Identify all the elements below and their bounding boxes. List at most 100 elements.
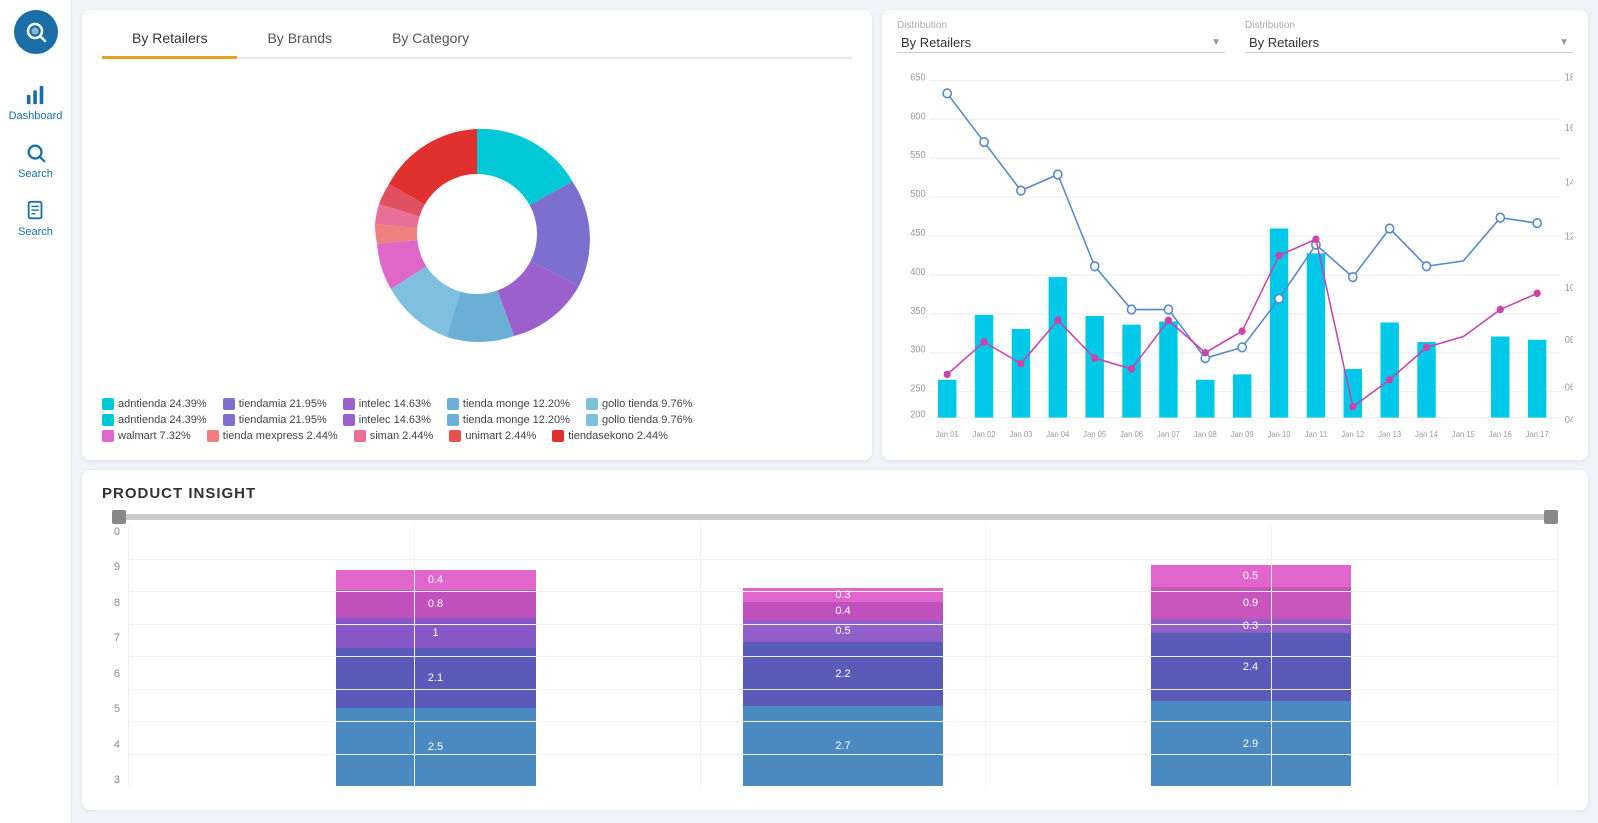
- dot-jan16-line1: [1496, 213, 1504, 222]
- donut-chart: [357, 114, 597, 354]
- tab-by-brands[interactable]: By Brands: [237, 20, 362, 59]
- dot-jan12-line1: [1349, 273, 1357, 282]
- legend-label-tiendasekono: tiendasekono 2.44%: [568, 430, 668, 442]
- distribution-header: Distribution By Retailers ▼ Distribution…: [897, 20, 1573, 53]
- legend-color-gollotienda-1: [586, 398, 598, 410]
- dot-jan16-line2: [1497, 306, 1504, 314]
- dot-jan06-line2: [1128, 365, 1135, 373]
- svg-text:Jan 02: Jan 02: [973, 430, 996, 439]
- svg-text:Jan 01: Jan 01: [936, 430, 959, 439]
- legend-gollotienda-2: gollo tienda 9.76%: [586, 414, 693, 426]
- svg-text:Jan 10: Jan 10: [1268, 430, 1292, 439]
- y-label-9: 9: [112, 561, 120, 573]
- bar-jan05: [1085, 316, 1103, 418]
- dot-jan09-line2: [1239, 327, 1246, 335]
- svg-text:14:00: 14:00: [1565, 177, 1573, 188]
- dot-jan05-line2: [1091, 354, 1098, 362]
- dot-jan02-line2: [980, 338, 987, 346]
- grid-line-3: [700, 526, 701, 786]
- bar2-seg4: 2.2: [743, 642, 943, 706]
- legend-color-tiendamonge-2: [447, 414, 459, 426]
- legend-color-siman: [354, 430, 366, 442]
- svg-text:450: 450: [910, 228, 925, 239]
- svg-text:06:00: 06:00: [1565, 382, 1573, 393]
- svg-text:250: 250: [910, 383, 925, 394]
- y-label-8: 8: [112, 597, 120, 609]
- svg-text:400: 400: [910, 267, 925, 278]
- dist-select-1: Distribution By Retailers ▼: [897, 20, 1225, 53]
- legend-row-3: walmart 7.32% tienda mexpress 2.44% sima…: [102, 430, 852, 442]
- tab-by-retailers[interactable]: By Retailers: [102, 20, 237, 59]
- stacked-bars-container: 0.4 0.8 1 2.1 2.5 0.3 0.4 0.5 2.2 2.7: [128, 526, 1558, 786]
- dist2-select[interactable]: By Retailers ▼: [1245, 33, 1573, 53]
- legend-color-gollotienda-2: [586, 414, 598, 426]
- search-icon: [25, 142, 47, 164]
- legend-color-adntienda-1: [102, 398, 114, 410]
- svg-text:600: 600: [910, 111, 925, 122]
- dot-jan11-line2: [1312, 236, 1319, 244]
- donut-hole: [417, 174, 537, 294]
- bar-jan09: [1233, 374, 1251, 417]
- dist1-label: Distribution: [897, 20, 1225, 31]
- dist2-label: Distribution: [1245, 20, 1573, 31]
- range-slider-fill: [112, 514, 1558, 520]
- grid-line-1: [128, 526, 129, 786]
- sidebar-item-dashboard[interactable]: Dashboard: [0, 74, 71, 132]
- sidebar-item-search1[interactable]: Search: [0, 132, 71, 190]
- dot-jan08-line2: [1202, 349, 1209, 357]
- legend-label-unimart: unimart 2.44%: [465, 430, 536, 442]
- sidebar-item-search2[interactable]: Search: [0, 190, 71, 248]
- legend-color-tiendasekono: [552, 430, 564, 442]
- line-chart-1: [947, 93, 1537, 358]
- bar-jan03: [1012, 329, 1030, 418]
- legend-tiendamexpress: tienda mexpress 2.44%: [207, 430, 338, 442]
- legend-unimart: unimart 2.44%: [449, 430, 536, 442]
- dist1-value: By Retailers: [901, 35, 971, 50]
- dist1-select[interactable]: By Retailers ▼: [897, 33, 1225, 53]
- dot-jan07-line2: [1165, 317, 1172, 325]
- svg-text:Jan 12: Jan 12: [1341, 430, 1364, 439]
- dot-jan10-line1: [1275, 294, 1283, 303]
- svg-text:16:00: 16:00: [1565, 123, 1573, 134]
- bar-jan07: [1159, 321, 1177, 417]
- bar-group-3: 0.5 0.9 0.3 2.4 2.9: [1151, 526, 1351, 786]
- bar1-seg2: 0.8: [336, 590, 536, 618]
- bar2-seg1: 0.3: [743, 588, 943, 602]
- bar1-seg5: 2.5: [336, 708, 536, 786]
- legend-label-tiendamonge-2: tienda monge 12.20%: [463, 414, 570, 426]
- legend-label-intelec-2: intelec 14.63%: [359, 414, 431, 426]
- dot-jan03-line2: [1017, 360, 1024, 368]
- dot-jan10-line2: [1275, 252, 1282, 260]
- legend-color-adntienda-2: [102, 414, 114, 426]
- dot-jan09-line1: [1238, 343, 1246, 352]
- svg-text:Jan 05: Jan 05: [1083, 430, 1107, 439]
- legend-tiendamonge-1: tienda monge 12.20%: [447, 398, 570, 410]
- dot-jan01-line2: [944, 371, 951, 379]
- logo-icon: [24, 20, 48, 44]
- svg-text:12:00: 12:00: [1565, 231, 1573, 242]
- bar1-seg3: 1: [336, 618, 536, 648]
- dot-jan13-line1: [1386, 224, 1394, 233]
- svg-text:Jan 06: Jan 06: [1120, 430, 1144, 439]
- slider-handle-left[interactable]: [112, 510, 126, 524]
- dist-select-2: Distribution By Retailers ▼: [1245, 20, 1573, 53]
- sidebar: Dashboard Search Search: [0, 0, 72, 823]
- legend-intelec-1: intelec 14.63%: [343, 398, 431, 410]
- svg-text:18:00: 18:00: [1565, 72, 1573, 83]
- svg-text:10:00: 10:00: [1565, 283, 1573, 294]
- document-icon: [25, 200, 47, 222]
- range-slider[interactable]: [112, 514, 1558, 520]
- dist2-value: By Retailers: [1249, 35, 1319, 50]
- slider-handle-right[interactable]: [1544, 510, 1558, 524]
- svg-text:550: 550: [910, 150, 925, 161]
- bar3-seg3: 0.3: [1151, 619, 1351, 633]
- legend-color-intelec-1: [343, 398, 355, 410]
- dot-jan17-line2: [1534, 290, 1541, 298]
- dot-jan05-line1: [1091, 262, 1099, 271]
- svg-text:04:00: 04:00: [1565, 415, 1573, 426]
- stacked-bar-chart-area: 0 9 8 7 6 5 4 3: [102, 526, 1568, 786]
- tab-by-category[interactable]: By Category: [362, 20, 499, 59]
- legend-tiendamonge-2: tienda monge 12.20%: [447, 414, 570, 426]
- dot-jan02-line1: [980, 138, 988, 147]
- donut-area: [102, 69, 852, 398]
